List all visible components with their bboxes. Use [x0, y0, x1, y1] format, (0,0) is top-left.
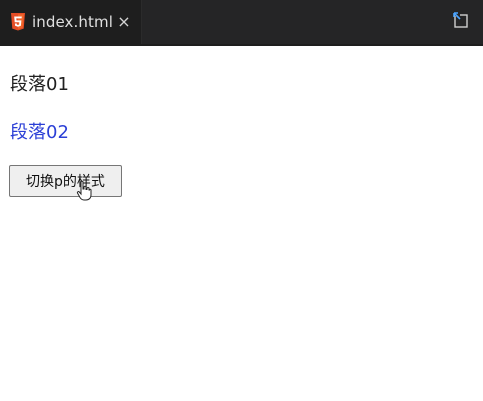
html5-icon: [11, 13, 25, 31]
paragraph-02: 段落02: [10, 122, 69, 143]
editor-titlebar: index.html ×: [0, 0, 483, 46]
paragraph-01: 段落01: [10, 74, 69, 95]
tab-filename: index.html: [32, 13, 113, 31]
open-in-browser-icon[interactable]: [451, 10, 471, 30]
close-icon[interactable]: ×: [116, 14, 132, 30]
toggle-style-button[interactable]: 切换p的样式: [9, 165, 122, 197]
browser-preview: 段落01 段落02 切换p的样式: [0, 48, 483, 401]
